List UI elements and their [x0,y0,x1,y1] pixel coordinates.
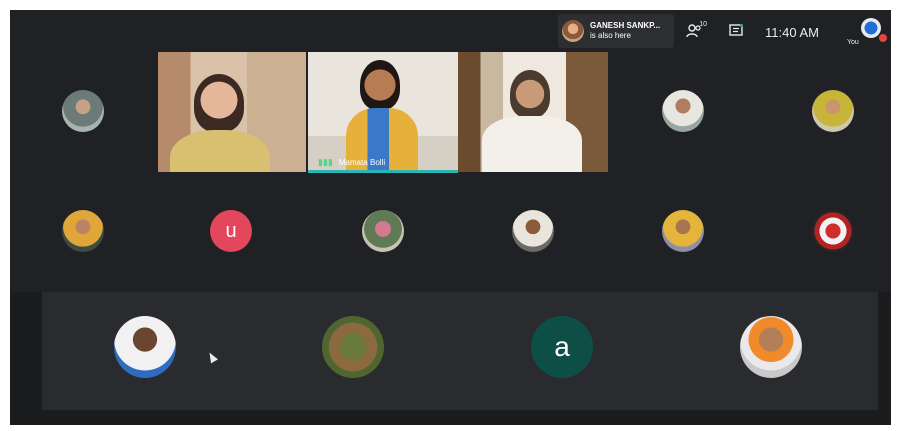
people-button[interactable]: 10 [681,19,707,45]
participant-video [510,70,550,118]
notification-name: GANESH SANKP... [590,21,661,30]
participant-avatar[interactable] [812,210,854,252]
top-bar: GANESH SANKP... is also here 10 11:40 AM… [10,10,891,54]
participant-avatar[interactable] [62,90,104,132]
video-tile-label: ▮▮▮ Mamata Bolli [318,157,385,168]
participant-body [170,130,270,172]
participant-video [360,60,400,110]
self-account[interactable]: You [847,10,887,54]
participant-avatar-a[interactable]: a [531,316,593,378]
participant-avatar[interactable] [362,210,404,252]
participant-avatar[interactable] [512,210,554,252]
participant-avatar[interactable] [114,316,176,378]
avatar-initial: u [225,219,237,242]
notification-text: GANESH SANKP... is also here [590,21,660,41]
participant-avatar[interactable] [62,210,104,252]
self-label: You [847,39,859,46]
participant-avatar-u[interactable]: u [210,210,252,252]
participant-avatar[interactable] [662,210,704,252]
chat-button[interactable] [723,19,749,45]
avatar-initial: a [554,331,570,362]
people-count: 10 [699,21,708,28]
active-mic-icon: ▮▮▮ [318,157,333,167]
participant-name: Mamata Bolli [338,158,386,167]
participant-video [194,74,244,132]
participant-avatar[interactable] [812,90,854,132]
meeting-window: GANESH SANKP... is also here 10 11:40 AM… [10,10,891,425]
participant-avatar[interactable] [662,90,704,132]
self-avatar [861,18,881,38]
active-speaker-indicator [308,170,458,173]
clock: 11:40 AM [765,24,819,40]
join-notification[interactable]: GANESH SANKP... is also here [558,14,674,48]
video-tile-1[interactable] [158,52,306,172]
self-status-dot [879,34,887,42]
participant-body [482,116,582,172]
top-controls: 10 11:40 AM You [681,10,891,54]
participant-avatar[interactable] [740,316,802,378]
video-tile-3[interactable] [458,52,608,172]
notification-avatar [562,20,584,42]
video-tile-2[interactable]: ▮▮▮ Mamata Bolli [308,52,458,172]
participant-avatar[interactable] [322,316,384,378]
chat-icon [729,23,744,41]
notification-message: is also here [590,31,631,40]
